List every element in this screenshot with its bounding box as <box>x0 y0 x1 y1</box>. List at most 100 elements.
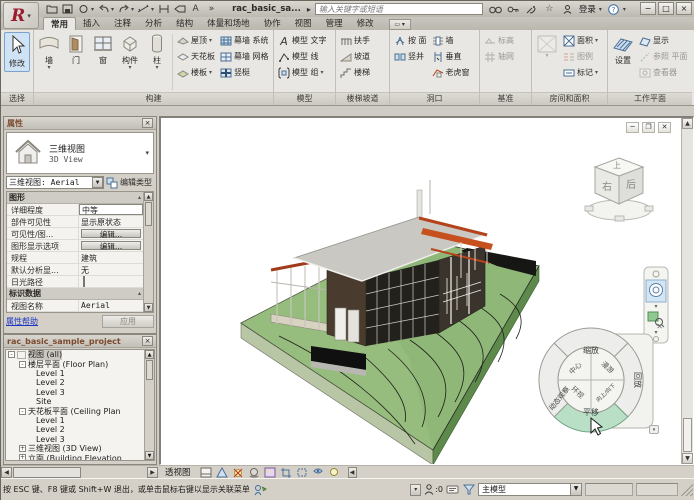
shaft-opening-button[interactable]: 竖井 <box>392 49 429 64</box>
aligned-dimension-icon[interactable] <box>157 3 170 15</box>
tab-structure[interactable]: 结构 <box>169 17 200 30</box>
scroll-up-icon[interactable]: ▲ <box>682 118 693 129</box>
tree-toggle-icon[interactable]: + <box>19 454 26 461</box>
ceiling-button[interactable]: 天花板 <box>175 49 217 64</box>
open-icon[interactable] <box>45 3 58 15</box>
view-close-icon[interactable]: ✕ <box>658 122 671 133</box>
property-row[interactable]: 默认分析显... 无 <box>7 264 143 276</box>
scroll-down-icon[interactable]: ▼ <box>144 303 153 312</box>
roof-button[interactable]: 屋顶▾ <box>175 33 217 48</box>
type-selector[interactable]: 三维视图 3D View ▾ <box>6 132 154 174</box>
tree-node[interactable]: -楼层平面 (Floor Plan) <box>6 359 144 368</box>
show-crop-icon[interactable] <box>296 467 309 478</box>
sun-path-checkbox[interactable] <box>83 276 85 287</box>
tree-node[interactable]: -天花板平面 (Ceiling Plan <box>6 406 144 415</box>
sun-path-icon[interactable] <box>232 467 245 478</box>
rendering-icon[interactable] <box>264 467 277 478</box>
chevron-down-icon[interactable]: ▾ <box>623 6 626 13</box>
text-icon[interactable]: A <box>189 3 202 15</box>
vertical-opening-button[interactable]: 垂直 <box>430 49 472 64</box>
scroll-down-icon[interactable]: ▼ <box>145 451 154 460</box>
wall-opening-button[interactable]: 墙 <box>430 33 472 48</box>
reveal-hidden-icon[interactable] <box>328 467 341 478</box>
tab-insert[interactable]: 插入 <box>76 17 107 30</box>
set-work-plane-button[interactable]: 设置 <box>610 32 636 68</box>
wall-button[interactable]: 墙▾ <box>36 32 62 72</box>
measure-icon[interactable] <box>137 3 150 15</box>
tree-toggle-icon[interactable]: - <box>8 351 15 358</box>
temporary-hide-icon[interactable] <box>312 467 325 478</box>
column-button[interactable]: 柱▾ <box>144 32 170 72</box>
model-line-button[interactable]: 模型 线 <box>276 49 329 64</box>
legend-button[interactable]: 图例 <box>561 49 600 64</box>
tab-modify[interactable]: 修改 <box>350 17 381 30</box>
worksets-indicator[interactable]: :0 <box>424 484 443 495</box>
undo-icon[interactable] <box>97 3 110 15</box>
scroll-down-icon[interactable]: ▼ <box>682 453 693 464</box>
instance-selector-combo[interactable]: 三维视图: Aerial ▼ <box>6 176 104 189</box>
tab-home[interactable]: 常用 <box>43 17 76 30</box>
tab-annotate[interactable]: 注释 <box>107 17 138 30</box>
filter-icon[interactable] <box>462 484 475 495</box>
ramp-button[interactable]: 坡道 <box>338 49 372 64</box>
sign-in-label[interactable]: 登录 <box>579 3 596 15</box>
application-menu-button[interactable]: R▾ <box>3 2 39 29</box>
drawing-area[interactable]: ─ ❐ ✕ <box>159 116 694 465</box>
close-icon[interactable]: × <box>142 118 153 128</box>
chevron-down-icon[interactable]: ▾ <box>131 6 134 13</box>
maximize-button[interactable]: □ <box>658 2 674 15</box>
scale-icon[interactable] <box>200 467 213 478</box>
design-option-select[interactable]: 主模型 ▼ <box>478 483 582 496</box>
scroll-up-icon[interactable]: ▲ <box>145 350 154 359</box>
resize-grip[interactable] <box>681 484 693 496</box>
tree-node[interactable]: Level 1 <box>6 416 144 425</box>
tree-node[interactable]: Level 1 <box>6 369 144 378</box>
search-input[interactable] <box>315 3 483 15</box>
scroll-left-icon[interactable]: ◀ <box>1 467 12 478</box>
shadows-icon[interactable] <box>248 467 261 478</box>
curtain-grid-button[interactable]: 幕墙 网格 <box>218 49 271 64</box>
close-icon[interactable]: × <box>142 336 153 346</box>
ref-plane-button[interactable]: 参照 平面 <box>637 49 690 64</box>
viewcube[interactable]: 上 右 后 <box>577 146 661 238</box>
mullion-button[interactable]: 竖梃 <box>218 65 271 80</box>
visual-style-icon[interactable] <box>216 467 229 478</box>
view-restore-icon[interactable]: ❐ <box>642 122 655 133</box>
property-row[interactable]: 日光路径 <box>7 276 143 288</box>
level-button[interactable]: 标高 <box>482 33 516 48</box>
properties-scrollbar[interactable]: ▲ ▼ <box>143 192 153 312</box>
save-icon[interactable] <box>61 3 74 15</box>
drawing-vscrollbar[interactable]: ▲ ▼ <box>681 118 693 464</box>
chevron-down-icon[interactable]: ▾ <box>111 6 114 13</box>
tree-node[interactable]: +立面 (Building Elevation <box>6 453 144 461</box>
browser-hscrollbar[interactable]: ◀ ▶ <box>1 465 158 478</box>
tree-node[interactable]: Level 2 <box>6 378 144 387</box>
railing-button[interactable]: 扶手 <box>338 33 372 48</box>
chevron-down-icon[interactable]: ▾ <box>599 6 602 13</box>
tag-room-button[interactable]: 标记▾ <box>561 65 600 80</box>
model-text-button[interactable]: A 模型 文字 <box>276 33 329 48</box>
chevron-down-icon[interactable]: ▾ <box>654 303 657 310</box>
apply-button[interactable]: 应用 <box>102 315 154 328</box>
viewer-button[interactable]: 查看器 <box>637 65 690 80</box>
scroll-up-icon[interactable]: ▲ <box>144 192 153 201</box>
sign-in-person-icon[interactable] <box>561 3 574 15</box>
section-graphics[interactable]: 图形▴ <box>7 192 143 204</box>
opening-by-face-button[interactable]: 按 面 <box>392 33 429 48</box>
favorites-star-icon[interactable]: ☆ <box>543 3 556 15</box>
infocenter-expand-icon[interactable]: ▸ <box>307 5 311 14</box>
tag-icon[interactable] <box>173 3 186 15</box>
ribbon-state-toggle-icon[interactable]: ▭ ▾ <box>389 19 411 30</box>
tab-collaborate[interactable]: 协作 <box>257 17 288 30</box>
tab-massing-site[interactable]: 体量和场地 <box>200 17 257 30</box>
subscription-key-icon[interactable] <box>507 3 520 15</box>
tree-toggle-icon[interactable]: + <box>19 445 26 452</box>
wheel-menu-icon[interactable]: ▾ <box>649 425 659 434</box>
stair-button[interactable]: 楼梯 <box>338 65 372 80</box>
chevron-down-icon[interactable]: ▾ <box>410 484 421 496</box>
tab-analyze[interactable]: 分析 <box>138 17 169 30</box>
door-button[interactable]: 门 <box>63 32 89 68</box>
show-work-plane-button[interactable]: 显示 <box>637 33 690 48</box>
property-row[interactable]: 规程 建筑 <box>7 252 143 264</box>
view-minimize-icon[interactable]: ─ <box>626 122 639 133</box>
